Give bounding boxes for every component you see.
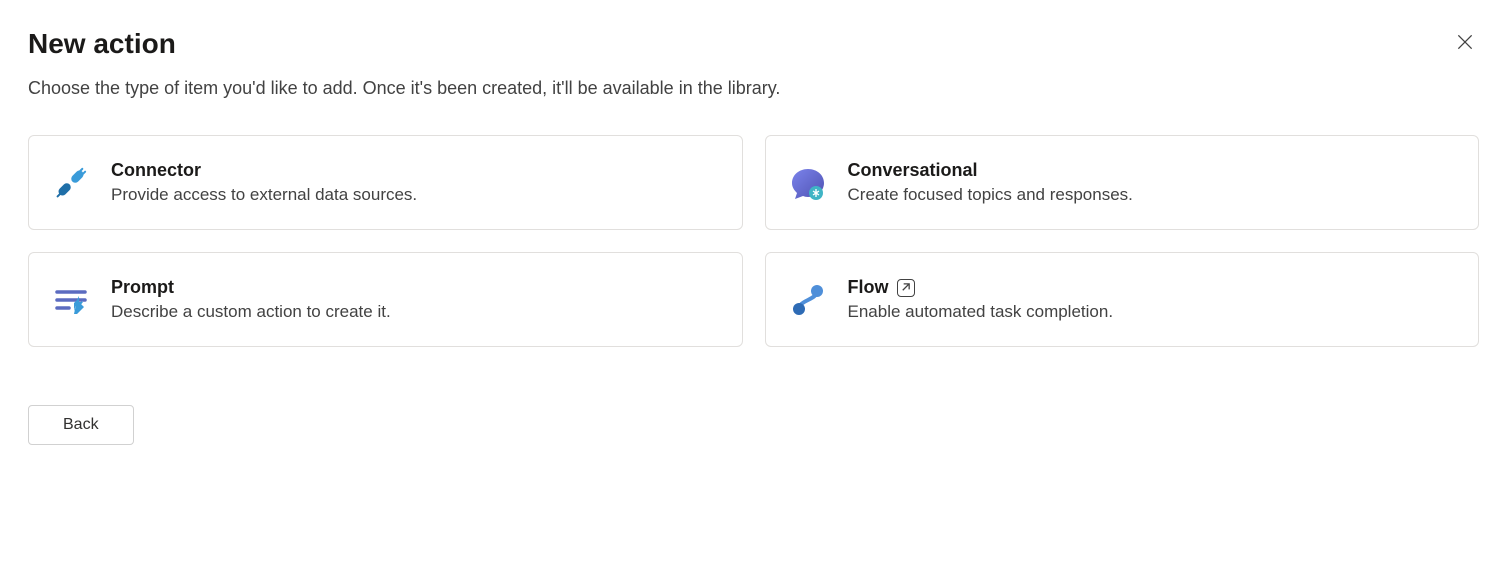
card-prompt[interactable]: Prompt Describe a custom action to creat…: [28, 252, 743, 347]
external-link-icon: [897, 279, 915, 297]
action-type-grid: Connector Provide access to external dat…: [28, 135, 1479, 347]
card-description: Describe a custom action to create it.: [111, 302, 391, 322]
card-description: Provide access to external data sources.: [111, 185, 417, 205]
close-icon: [1455, 32, 1475, 55]
card-title: Conversational: [848, 160, 978, 181]
card-conversational[interactable]: Conversational Create focused topics and…: [765, 135, 1480, 230]
close-button[interactable]: [1451, 28, 1479, 59]
flow-icon: [788, 280, 828, 320]
page-subtitle: Choose the type of item you'd like to ad…: [28, 78, 1479, 99]
card-flow[interactable]: Flow Enable automated task completion.: [765, 252, 1480, 347]
conversational-icon: [788, 163, 828, 203]
card-connector[interactable]: Connector Provide access to external dat…: [28, 135, 743, 230]
card-title: Prompt: [111, 277, 174, 298]
card-description: Enable automated task completion.: [848, 302, 1114, 322]
connector-icon: [51, 163, 91, 203]
prompt-icon: [51, 280, 91, 320]
back-button[interactable]: Back: [28, 405, 134, 445]
card-description: Create focused topics and responses.: [848, 185, 1133, 205]
page-title: New action: [28, 28, 176, 60]
card-title: Flow: [848, 277, 889, 298]
card-title: Connector: [111, 160, 201, 181]
